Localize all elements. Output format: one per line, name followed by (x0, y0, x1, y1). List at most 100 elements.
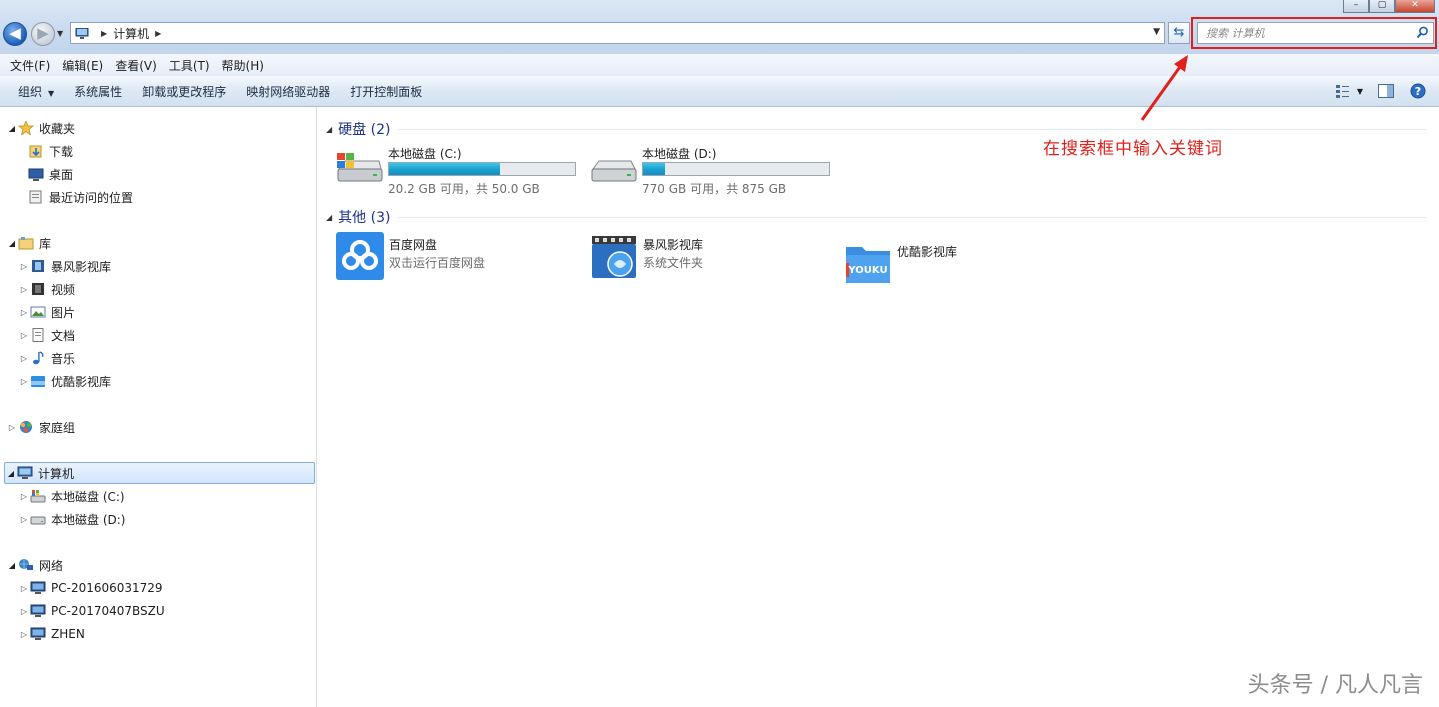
nav-label: 图片 (51, 305, 76, 320)
forward-button[interactable]: ▶ (31, 22, 55, 46)
nav-item-documents[interactable]: ▷ 文档 (18, 324, 75, 346)
recent-places-icon (29, 190, 42, 204)
nav-item-drive-d[interactable]: ▷ 本地磁盘 (D:) (18, 508, 126, 530)
nav-label: 音乐 (51, 351, 76, 366)
collapsed-arrow-icon[interactable]: ▷ (18, 584, 30, 593)
nav-item-pictures[interactable]: ▷ 图片 (18, 301, 75, 323)
group-other[interactable]: ◢ 其他 (3) (326, 207, 1426, 227)
item-name: 优酷影视库 (897, 245, 958, 259)
collapsed-arrow-icon[interactable]: ▷ (6, 423, 18, 432)
nav-item-network-pc-1[interactable]: ▷ PC-201606031729 (18, 577, 163, 599)
expanded-arrow-icon[interactable]: ◢ (6, 124, 18, 133)
recent-pages-dropdown[interactable]: ▼ (57, 29, 63, 38)
drive-c[interactable]: 本地磁盘 (C:) 20.2 GB 可用，共 50.0 GB (335, 145, 580, 196)
address-bar[interactable]: ▶ 计算机 ▶ ▼ (70, 22, 1165, 44)
collapsed-arrow-icon[interactable]: ▷ (18, 607, 30, 616)
nav-item-baofeng-library[interactable]: ▷ 暴风影视库 (18, 255, 111, 277)
computer-icon (75, 27, 89, 39)
nav-item-desktop[interactable]: 桌面 (28, 163, 73, 185)
nav-item-music[interactable]: ▷ 音乐 (18, 347, 75, 369)
drive-usage-bar (388, 162, 576, 176)
nav-item-drive-c[interactable]: ▷ 本地磁盘 (C:) (18, 485, 125, 507)
breadcrumb-separator[interactable]: ▶ (155, 29, 161, 38)
nav-item-network-pc-2[interactable]: ▷ PC-20170407BSZU (18, 600, 165, 622)
nav-computer[interactable]: ◢ 计算机 (4, 462, 315, 484)
annotation-arrow-icon (1140, 55, 1188, 121)
collapsed-arrow-icon[interactable]: ▷ (18, 331, 30, 340)
back-button[interactable]: ◀ (3, 22, 27, 46)
menu-edit[interactable]: 编辑(E) (56, 57, 109, 74)
group-hard-disks[interactable]: ◢ 硬盘 (2) (326, 119, 1426, 139)
expanded-arrow-icon[interactable]: ◢ (5, 469, 17, 478)
breadcrumb-computer[interactable]: 计算机 (113, 25, 149, 42)
search-highlight-box (1191, 17, 1437, 49)
menu-tools[interactable]: 工具(T) (163, 57, 216, 74)
nav-libraries[interactable]: ◢ 库 (6, 232, 51, 254)
collapsed-arrow-icon[interactable]: ▷ (18, 377, 30, 386)
open-control-panel-button[interactable]: 打开控制面板 (340, 83, 432, 100)
nav-label: 网络 (39, 558, 64, 573)
video-icon (32, 283, 44, 295)
system-properties-button[interactable]: 系统属性 (64, 83, 132, 100)
item-name: 暴风影视库 (643, 238, 704, 252)
nav-label: 下载 (49, 144, 74, 159)
music-note-icon (33, 351, 44, 365)
collapsed-arrow-icon[interactable]: ▷ (18, 262, 30, 271)
item-baidu-netdisk[interactable]: 百度网盘 双击运行百度网盘 (336, 232, 556, 282)
menu-help[interactable]: 帮助(H) (216, 57, 270, 74)
command-bar: 组织 ▼ 系统属性 卸载或更改程序 映射网络驱动器 打开控制面板 ▼ ? (0, 76, 1439, 107)
change-view-icon[interactable] (1335, 83, 1353, 99)
breadcrumb-separator[interactable]: ▶ (101, 29, 107, 38)
refresh-button[interactable]: ⇆ (1168, 22, 1190, 44)
map-network-drive-button[interactable]: 映射网络驱动器 (236, 83, 340, 100)
nav-item-youku-library[interactable]: ▷ 优酷影视库 (18, 370, 111, 392)
chevron-down-icon: ▼ (48, 88, 55, 98)
network-computer-icon (30, 581, 46, 594)
view-dropdown-icon[interactable]: ▼ (1357, 87, 1363, 96)
collapsed-arrow-icon[interactable]: ▷ (18, 492, 30, 501)
annotation-text: 在搜索框中输入关键词 (1043, 139, 1223, 159)
minimize-button[interactable]: – (1343, 0, 1369, 13)
expanded-arrow-icon[interactable]: ◢ (6, 561, 18, 570)
group-title: 硬盘 (2) (338, 122, 391, 138)
hard-drive-icon (591, 160, 637, 182)
menu-bar: 文件(F) 编辑(E) 查看(V) 工具(T) 帮助(H) (0, 54, 1439, 76)
organize-button[interactable]: 组织 ▼ (8, 83, 64, 100)
maximize-button[interactable]: ▢ (1369, 0, 1395, 13)
expanded-arrow-icon[interactable]: ◢ (326, 125, 332, 134)
nav-item-network-pc-3[interactable]: ▷ ZHEN (18, 623, 85, 645)
nav-label: 收藏夹 (39, 121, 76, 136)
collapsed-arrow-icon[interactable]: ▷ (18, 354, 30, 363)
nav-item-downloads[interactable]: 下载 (28, 140, 73, 162)
nav-label: 最近访问的位置 (49, 190, 134, 205)
nav-label: 库 (39, 236, 52, 251)
preview-pane-icon[interactable] (1377, 83, 1395, 99)
expanded-arrow-icon[interactable]: ◢ (326, 213, 332, 222)
item-youku-library[interactable]: YOUKU 优酷影视库 (844, 239, 1044, 289)
arrow-right-icon: ▶ (37, 24, 49, 42)
downloads-folder-icon (29, 145, 42, 158)
collapsed-arrow-icon[interactable]: ▷ (18, 630, 30, 639)
menu-file[interactable]: 文件(F) (4, 57, 56, 74)
menu-view[interactable]: 查看(V) (109, 57, 163, 74)
nav-homegroup[interactable]: ▷ 家庭组 (6, 416, 75, 438)
collapsed-arrow-icon[interactable]: ▷ (18, 515, 30, 524)
nav-item-videos[interactable]: ▷ 视频 (18, 278, 75, 300)
collapsed-arrow-icon[interactable]: ▷ (18, 285, 30, 294)
nav-item-recent-places[interactable]: 最近访问的位置 (28, 186, 133, 208)
group-title: 其他 (3) (338, 210, 391, 226)
nav-favorites[interactable]: ◢ 收藏夹 (6, 117, 75, 139)
drive-d[interactable]: 本地磁盘 (D:) 770 GB 可用，共 875 GB (589, 145, 834, 196)
address-dropdown-button[interactable]: ▼ (1153, 27, 1160, 37)
collapsed-arrow-icon[interactable]: ▷ (18, 308, 30, 317)
help-icon[interactable]: ? (1409, 83, 1427, 99)
expanded-arrow-icon[interactable]: ◢ (6, 239, 18, 248)
document-icon (32, 328, 44, 342)
nav-network[interactable]: ◢ 网络 (6, 554, 63, 576)
uninstall-programs-button[interactable]: 卸载或更改程序 (132, 83, 236, 100)
nav-label: 视频 (51, 282, 76, 297)
group-divider (398, 128, 1426, 130)
close-button[interactable]: ✕ (1395, 0, 1435, 13)
item-baofeng-library[interactable]: 暴风影视库 系统文件夹 (590, 232, 810, 282)
film-icon (32, 260, 44, 272)
